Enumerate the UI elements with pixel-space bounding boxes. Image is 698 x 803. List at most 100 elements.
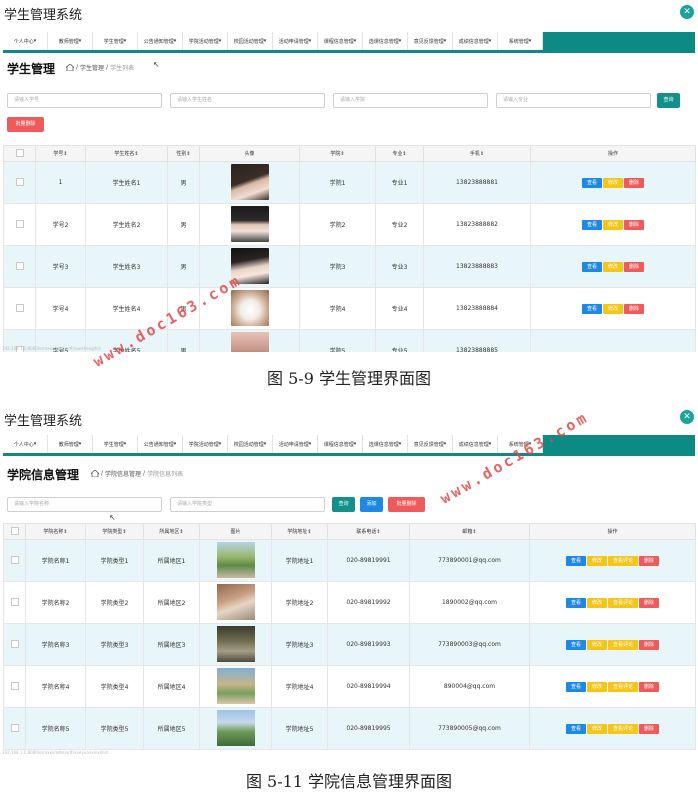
column-header[interactable]: 学号⇕ (35, 145, 86, 162)
nav-item[interactable]: 活动申请管理 ▾ (273, 32, 318, 50)
row-checkbox[interactable] (10, 639, 19, 648)
row-checkbox[interactable] (10, 681, 19, 690)
column-header[interactable]: 学院地址⇕ (271, 523, 328, 540)
row-checkbox[interactable] (15, 303, 24, 312)
delete-button[interactable]: 删除 (624, 177, 645, 188)
delete-button[interactable]: 删除 (639, 639, 660, 650)
view-comments-button[interactable]: 查看评论 (608, 639, 639, 650)
nav-item[interactable]: 学生管理 ▾ (93, 435, 138, 453)
view-button[interactable]: 查看 (581, 177, 602, 188)
home-icon[interactable] (64, 63, 76, 72)
breadcrumb-level1[interactable]: 学生管理 (80, 63, 104, 72)
nav-item[interactable]: 学院活动管理 ▾ (183, 435, 228, 453)
nav-item[interactable]: 成绩信息管理 ▾ (453, 32, 498, 50)
view-comments-button[interactable]: 查看评论 (608, 597, 639, 608)
college-input[interactable]: 请输入学院 (333, 93, 488, 108)
table-row: 学院名称3 学院类型3 所属地区3 学院地址3 020-89819993 773… (3, 623, 696, 666)
select-all-checkbox[interactable] (15, 148, 24, 157)
delete-button[interactable]: 删除 (639, 555, 660, 566)
column-header[interactable]: 邮箱⇕ (409, 523, 530, 540)
nav-item[interactable]: 选课信息管理 ▾ (363, 435, 408, 453)
edit-button[interactable]: 修改 (602, 177, 623, 188)
row-checkbox[interactable] (15, 177, 24, 186)
query-button[interactable]: 查询 (332, 497, 355, 512)
delete-button[interactable]: 删除 (624, 219, 645, 230)
nav-item[interactable]: 学院活动管理 ▾ (183, 32, 228, 50)
batch-delete-button[interactable]: 批量删除 (388, 497, 425, 512)
column-header[interactable]: 学院名称⇕ (25, 523, 86, 540)
edit-button[interactable]: 修改 (586, 681, 607, 692)
view-button[interactable]: 查看 (565, 681, 586, 692)
edit-button[interactable]: 修改 (586, 723, 607, 734)
row-checkbox[interactable] (10, 723, 19, 732)
nav-item[interactable]: 校园活动管理 ▾ (228, 32, 273, 50)
college-name-input[interactable]: 请输入学院名称 (7, 497, 162, 512)
view-button[interactable]: 查看 (565, 555, 586, 566)
column-header[interactable]: 联系电话⇕ (327, 523, 410, 540)
breadcrumb-level1[interactable]: 学院信息管理 (105, 469, 141, 478)
nav-item[interactable]: 系统管理 ▾ (498, 32, 543, 50)
view-comments-button[interactable]: 查看评论 (608, 555, 639, 566)
delete-button[interactable]: 删除 (639, 723, 660, 734)
nav-item[interactable]: 教师管理 ▾ (48, 435, 93, 453)
nav-item[interactable]: 意见反馈管理 ▾ (408, 435, 453, 453)
view-comments-button[interactable]: 查看评论 (608, 723, 639, 734)
nav-item[interactable]: 公告通知管理 ▾ (138, 435, 183, 453)
add-button[interactable]: 添加 (360, 497, 383, 512)
nav-item[interactable]: 个人中心 ▾ (3, 32, 48, 50)
edit-button[interactable]: 修改 (602, 303, 623, 314)
nav-item[interactable]: 选课信息管理 ▾ (363, 32, 408, 50)
batch-delete-button[interactable]: 批量删除 (7, 117, 44, 132)
column-header[interactable]: 学生姓名⇕ (85, 145, 168, 162)
edit-button[interactable]: 修改 (602, 219, 623, 230)
view-button[interactable]: 查看 (581, 219, 602, 230)
college-type-input[interactable]: 请输入学院类型 (170, 497, 325, 512)
column-header[interactable]: 所属地区⇕ (143, 523, 200, 540)
delete-button[interactable]: 删除 (639, 597, 660, 608)
delete-button[interactable]: 删除 (624, 261, 645, 272)
nav-item[interactable]: 个人中心 ▾ (3, 435, 48, 453)
close-icon[interactable]: ✕ (680, 5, 694, 19)
edit-button[interactable]: 修改 (602, 261, 623, 272)
column-header[interactable]: 性别⇕ (167, 145, 200, 162)
view-button[interactable]: 查看 (581, 261, 602, 272)
close-icon[interactable]: ✕ (680, 410, 694, 424)
delete-button[interactable]: 删除 (624, 303, 645, 314)
row-checkbox[interactable] (10, 597, 19, 606)
column-header[interactable]: 专业⇕ (375, 145, 424, 162)
view-button[interactable]: 查看 (565, 723, 586, 734)
row-checkbox[interactable] (10, 555, 19, 564)
view-button[interactable]: 查看 (581, 303, 602, 314)
nav-item[interactable]: 课程信息管理 ▾ (318, 435, 363, 453)
phone-cell: 13823888881 (423, 161, 531, 204)
nav-item[interactable]: 公告通知管理 ▾ (138, 32, 183, 50)
student-name-input[interactable]: 请输入学生姓名 (170, 93, 325, 108)
nav-item[interactable]: 意见反馈管理 ▾ (408, 32, 453, 50)
edit-button[interactable]: 修改 (586, 597, 607, 608)
column-header[interactable]: 学院⇕ (299, 145, 376, 162)
gender-cell: 男 (167, 203, 200, 246)
nav-item[interactable]: 课程信息管理 ▾ (318, 32, 363, 50)
delete-button[interactable]: 删除 (639, 681, 660, 692)
row-checkbox[interactable] (15, 219, 24, 228)
actions-cell: 查看 修改 删除 (530, 245, 696, 288)
select-all-checkbox[interactable] (10, 526, 19, 535)
nav-item[interactable]: 学生管理 ▾ (93, 32, 138, 50)
column-header[interactable]: 手机⇕ (423, 145, 531, 162)
edit-button[interactable]: 修改 (586, 639, 607, 650)
query-button[interactable]: 查询 (657, 93, 680, 108)
nav-item[interactable]: 校园活动管理 ▾ (228, 435, 273, 453)
view-comments-button[interactable]: 查看评论 (608, 681, 639, 692)
major-input[interactable]: 请输入专业 (496, 93, 651, 108)
edit-button[interactable]: 修改 (586, 555, 607, 566)
nav-item[interactable]: 成绩信息管理 ▾ (453, 435, 498, 453)
column-header[interactable]: 学院类型⇕ (85, 523, 144, 540)
nav-item[interactable]: 活动申请管理 ▾ (273, 435, 318, 453)
student-no-input[interactable]: 请输入学号 (7, 93, 162, 108)
view-button[interactable]: 查看 (565, 639, 586, 650)
view-button[interactable]: 查看 (565, 597, 586, 608)
page-title: 学生管理 (7, 62, 56, 76)
row-checkbox[interactable] (15, 261, 24, 270)
nav-item[interactable]: 教师管理 ▾ (48, 32, 93, 50)
home-icon[interactable] (89, 469, 101, 478)
